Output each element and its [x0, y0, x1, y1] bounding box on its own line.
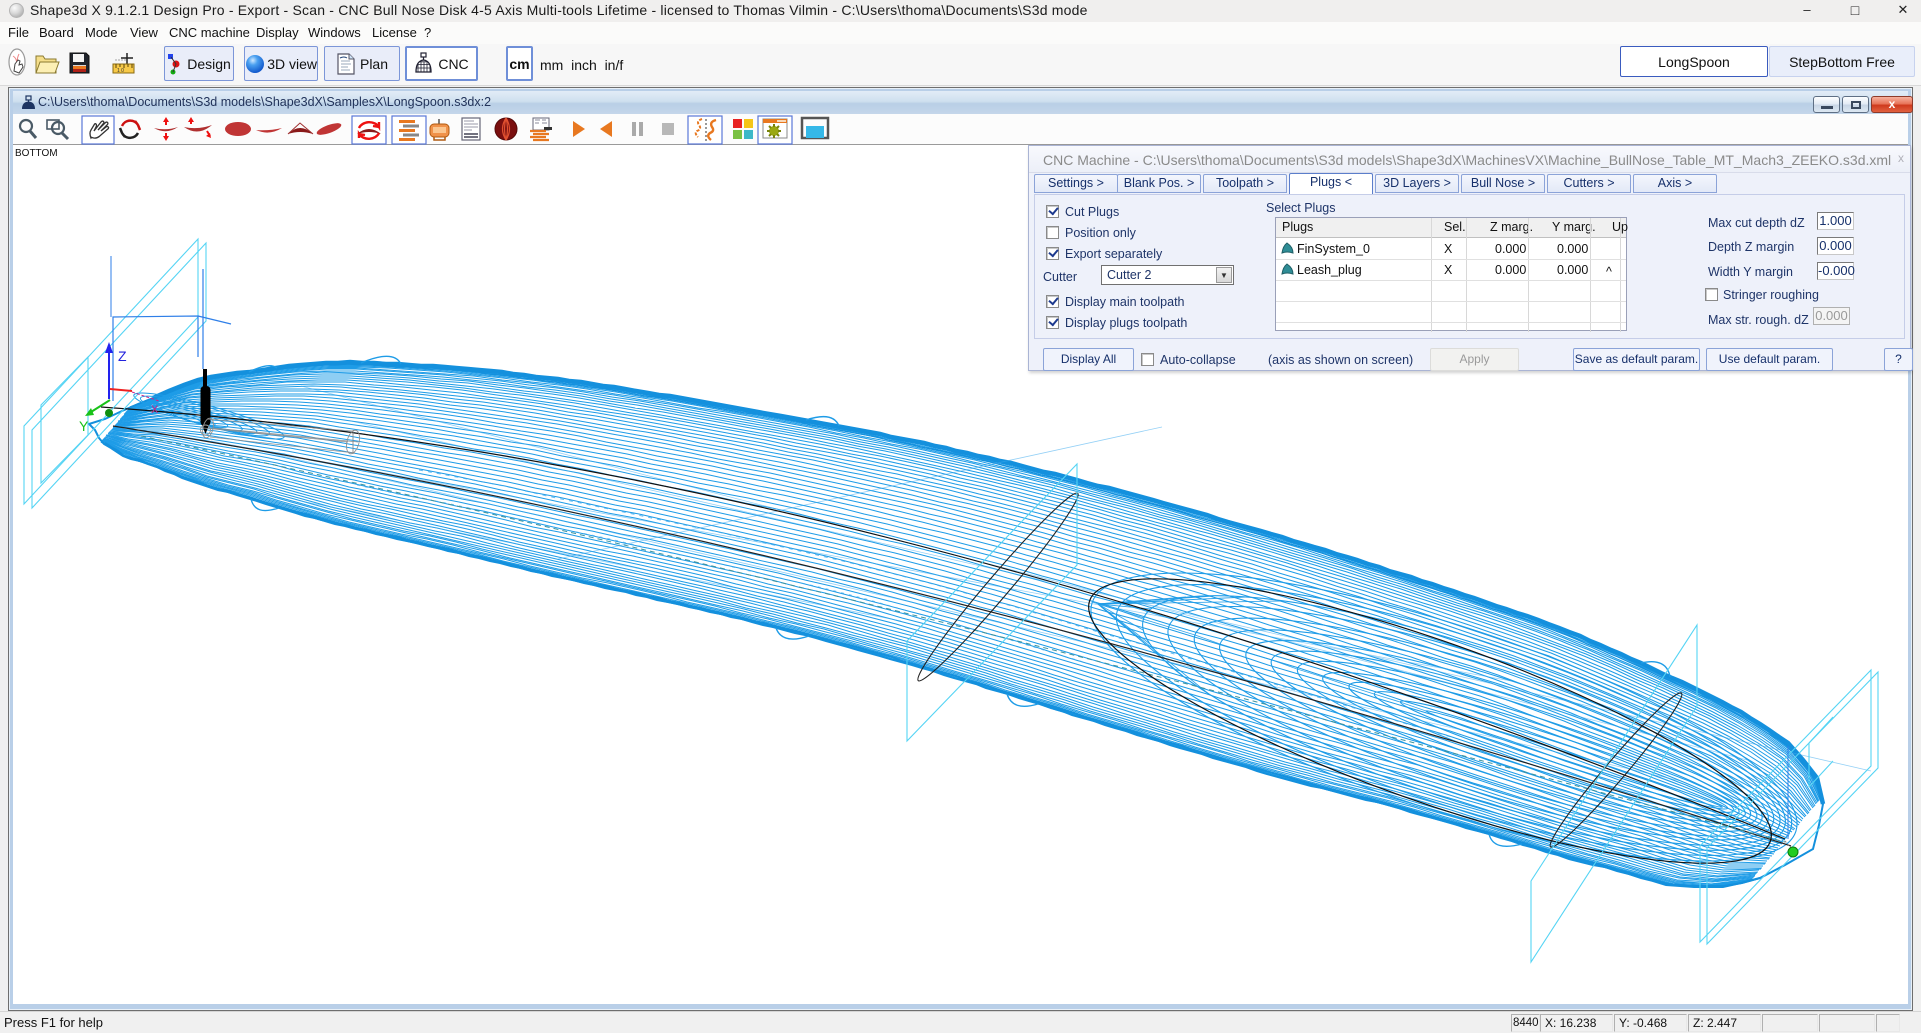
svg-text:X: X [151, 404, 159, 416]
svg-text:Y: Y [79, 418, 89, 434]
svg-text:1 0: 1 0 [117, 68, 124, 74]
svg-text:Z: Z [118, 348, 127, 364]
